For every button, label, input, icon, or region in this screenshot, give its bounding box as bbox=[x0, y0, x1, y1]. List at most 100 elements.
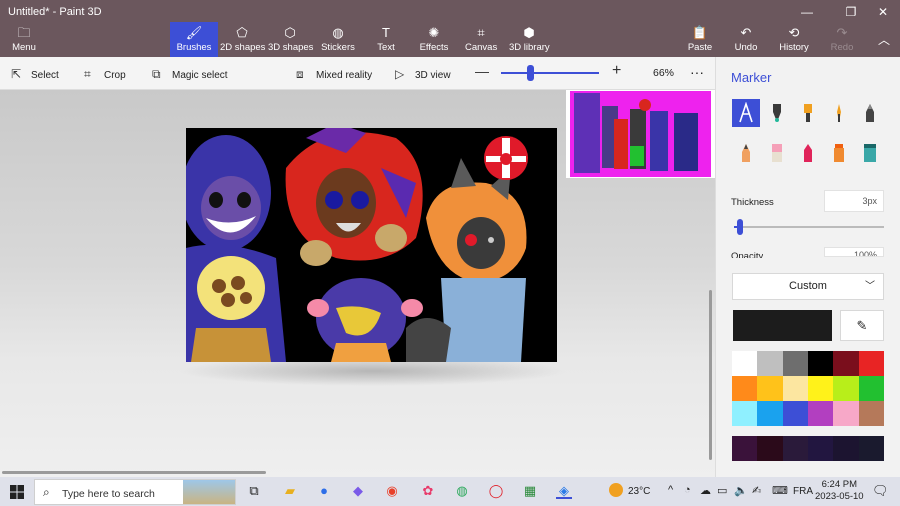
history-button[interactable]: ⟲ History bbox=[779, 22, 809, 57]
paste-button[interactable]: 📋 Paste bbox=[687, 22, 713, 57]
ribbon: Untitled* - Paint 3D — ❐ ✕ 🗀 Menu 🖌 Brus… bbox=[0, 0, 900, 57]
tab-brushes[interactable]: 🖌 Brushes bbox=[170, 22, 218, 57]
watercolor-brush[interactable] bbox=[825, 99, 853, 127]
pencil-2-brush[interactable] bbox=[732, 139, 760, 167]
tab-effects[interactable]: ✺ Effects bbox=[418, 22, 450, 57]
palette-swatch[interactable] bbox=[757, 376, 783, 401]
zoom-app-icon[interactable]: ● bbox=[316, 483, 332, 499]
custom-color-swatch[interactable] bbox=[757, 436, 783, 461]
tab-3d-shapes[interactable]: ⬡ 3D shapes bbox=[268, 22, 313, 57]
oil-brush[interactable] bbox=[794, 99, 822, 127]
chrome-icon[interactable]: ◉ bbox=[384, 483, 400, 499]
tab-text[interactable]: T Text bbox=[372, 22, 400, 57]
file-explorer-icon[interactable]: ▰ bbox=[282, 483, 298, 499]
redo-button[interactable]: ↷ Redo bbox=[830, 22, 854, 57]
thickness-input[interactable]: 3px bbox=[824, 190, 884, 212]
watercolor-icon bbox=[837, 104, 841, 122]
weather-sun-icon[interactable] bbox=[609, 483, 623, 497]
input-language[interactable]: FRA bbox=[793, 486, 813, 497]
palette-swatch[interactable] bbox=[807, 351, 834, 376]
crop-tool[interactable]: ⌗ Crop bbox=[84, 67, 126, 82]
palette-swatch[interactable] bbox=[807, 376, 834, 401]
palette-swatch[interactable] bbox=[858, 401, 884, 426]
magic-select-tool[interactable]: ⧉ Magic select bbox=[152, 67, 228, 82]
paint-3d-taskbar-icon[interactable]: ◈ bbox=[556, 483, 572, 499]
custom-color-swatch[interactable] bbox=[732, 436, 758, 461]
custom-color-swatch[interactable] bbox=[858, 436, 884, 461]
palette-swatch[interactable] bbox=[833, 376, 859, 401]
notification-center-icon[interactable]: 🗨 bbox=[872, 483, 889, 499]
palette-swatch[interactable] bbox=[757, 401, 783, 426]
palette-swatch[interactable] bbox=[782, 376, 808, 401]
more-options-button[interactable]: ··· bbox=[690, 64, 704, 80]
canvas-thumbnail[interactable] bbox=[566, 90, 715, 178]
app-icon-blue[interactable]: ◆ bbox=[350, 483, 366, 499]
palette-swatch[interactable] bbox=[858, 376, 884, 401]
3d-view-button[interactable]: ▷ 3D view bbox=[395, 67, 451, 81]
horizontal-scrollbar[interactable] bbox=[2, 471, 266, 474]
crop-icon: ⌗ bbox=[84, 67, 91, 81]
palette-swatch[interactable] bbox=[732, 376, 758, 401]
weather-temperature[interactable]: 23°C bbox=[628, 486, 650, 497]
custom-color-swatch[interactable] bbox=[833, 436, 859, 461]
zoom-in-button[interactable]: + bbox=[612, 62, 621, 80]
minimize-button[interactable]: — bbox=[797, 4, 817, 20]
battery-icon[interactable]: ▭ bbox=[717, 484, 727, 497]
close-button[interactable]: ✕ bbox=[873, 4, 893, 20]
palette-swatch[interactable] bbox=[833, 401, 859, 426]
show-hidden-icons[interactable]: ^ bbox=[668, 484, 673, 496]
custom-color-swatch[interactable] bbox=[807, 436, 834, 461]
eyedropper-button[interactable]: ✎ bbox=[840, 310, 884, 341]
tab-3d-library[interactable]: ⬢ 3D library bbox=[509, 22, 550, 57]
pencil-brush[interactable] bbox=[856, 99, 884, 127]
undo-button[interactable]: ↶ Undo bbox=[734, 22, 758, 57]
windows-start-icon[interactable] bbox=[10, 485, 24, 499]
wifi-icon[interactable]: ◔ bbox=[684, 484, 691, 496]
eraser-brush[interactable] bbox=[763, 139, 791, 167]
taskbar-clock[interactable]: 6:24 PM 2023-05-10 bbox=[815, 479, 864, 503]
pixel-pen-brush[interactable] bbox=[825, 139, 853, 167]
custom-color-swatch[interactable] bbox=[782, 436, 808, 461]
minecraft-icon[interactable]: ▦ bbox=[522, 483, 538, 499]
pen-icon[interactable]: ✍ bbox=[752, 484, 761, 497]
drawing-canvas[interactable] bbox=[186, 128, 557, 362]
crayon-brush[interactable] bbox=[794, 139, 822, 167]
volume-icon[interactable]: 🔈 bbox=[734, 484, 748, 497]
calligraphy-pen-brush[interactable] bbox=[763, 99, 791, 127]
tab-2d-shapes[interactable]: ⬠ 2D shapes bbox=[220, 22, 265, 57]
opera-icon[interactable]: ◯ bbox=[488, 483, 504, 499]
zoom-slider-thumb[interactable] bbox=[527, 65, 535, 81]
thickness-slider-thumb[interactable] bbox=[737, 219, 743, 235]
edge-icon[interactable]: ◍ bbox=[454, 483, 470, 499]
mixed-reality-button[interactable]: ⧈ Mixed reality bbox=[296, 67, 372, 82]
current-color-swatch[interactable] bbox=[733, 310, 832, 341]
taskbar-search[interactable]: ⌕ Type here to search bbox=[34, 479, 236, 505]
zoom-out-button[interactable]: — bbox=[475, 63, 489, 79]
palette-swatch[interactable] bbox=[858, 351, 884, 376]
keyboard-icon[interactable]: ⌨ bbox=[772, 484, 788, 497]
palette-swatch[interactable] bbox=[732, 401, 758, 426]
thickness-slider-track[interactable] bbox=[734, 226, 884, 228]
task-view-icon[interactable]: ⧉ bbox=[246, 483, 262, 499]
cloud-icon[interactable]: ☁ bbox=[700, 484, 711, 497]
select-tool[interactable]: ⇱ Select bbox=[11, 67, 59, 81]
tab-stickers[interactable]: ◍ Stickers bbox=[320, 22, 356, 57]
marker-brush[interactable] bbox=[732, 99, 760, 127]
color-mode-dropdown[interactable]: Custom ﹀ bbox=[732, 273, 884, 300]
palette-swatch[interactable] bbox=[782, 401, 808, 426]
palette-swatch[interactable] bbox=[833, 351, 859, 376]
opacity-input[interactable]: 100% bbox=[824, 247, 884, 257]
palette-swatch[interactable] bbox=[757, 351, 783, 376]
maximize-button[interactable]: ❐ bbox=[841, 4, 861, 20]
vertical-scrollbar[interactable] bbox=[709, 290, 712, 460]
spray-can-brush[interactable] bbox=[856, 139, 884, 167]
palette-swatch[interactable] bbox=[732, 351, 758, 376]
folder-icon: 🗀 bbox=[17, 25, 31, 40]
tab-canvas[interactable]: ⌗ Canvas bbox=[465, 22, 497, 57]
menu-button[interactable]: 🗀 Menu bbox=[6, 22, 42, 57]
palette-swatch[interactable] bbox=[782, 351, 808, 376]
paint-app-icon[interactable]: ✿ bbox=[420, 483, 436, 499]
palette-swatch[interactable] bbox=[807, 401, 834, 426]
collapse-ribbon-button[interactable]: ︿ bbox=[874, 32, 894, 48]
zoom-slider-track[interactable] bbox=[501, 72, 599, 74]
